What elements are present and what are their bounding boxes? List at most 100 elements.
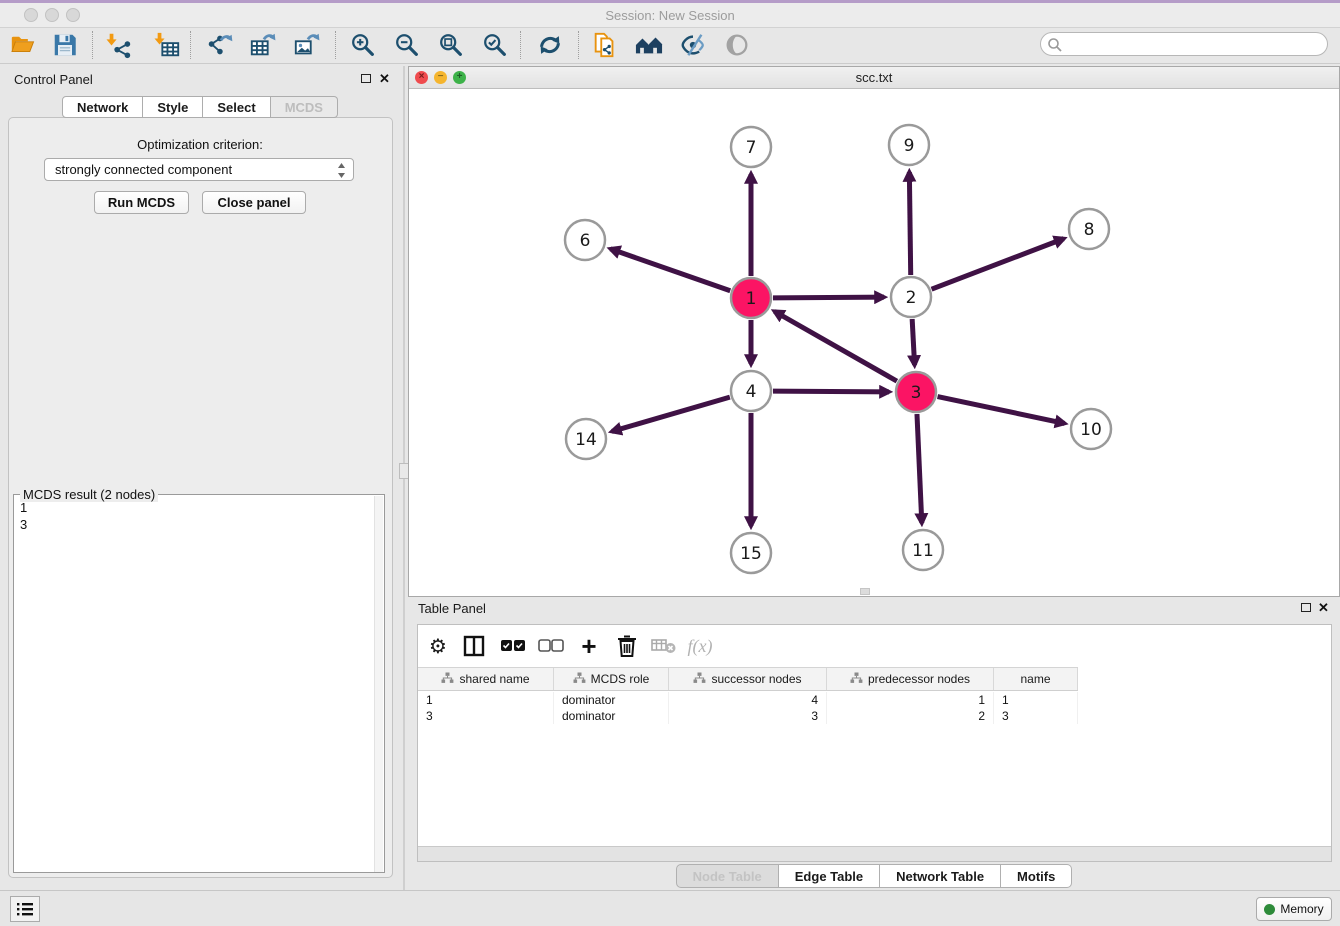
table-row[interactable]: 1dominator411 xyxy=(418,692,1078,708)
new-network-from-selection-icon[interactable] xyxy=(589,29,621,61)
tab-node-table[interactable]: Node Table xyxy=(676,864,779,888)
network-close-icon[interactable]: × xyxy=(415,71,428,84)
zoom-out-icon[interactable] xyxy=(391,29,423,61)
table-hscrollbar[interactable] xyxy=(418,846,1331,861)
run-mcds-button[interactable]: Run MCDS xyxy=(94,191,189,214)
edge-4-3[interactable] xyxy=(773,391,889,392)
toolbar-separator xyxy=(190,31,191,59)
table-cell[interactable]: dominator xyxy=(554,692,669,708)
edge-2-9[interactable] xyxy=(909,172,910,275)
float-panel-icon[interactable] xyxy=(361,74,371,83)
tab-style[interactable]: Style xyxy=(143,96,203,118)
edge-4-14[interactable] xyxy=(612,397,730,431)
float-table-panel-icon[interactable] xyxy=(1301,603,1311,612)
edge-2-3[interactable] xyxy=(912,319,914,365)
import-network-icon[interactable] xyxy=(103,29,135,61)
close-panel-button[interactable]: Close panel xyxy=(202,191,306,214)
column-header-MCDS-role[interactable]: MCDS role xyxy=(554,668,669,690)
tab-motifs[interactable]: Motifs xyxy=(1001,864,1072,888)
table-cell[interactable]: 3 xyxy=(669,708,827,724)
minimize-window-button[interactable] xyxy=(45,8,59,22)
add-column-icon[interactable]: + xyxy=(573,630,605,662)
deselect-all-rows-icon[interactable] xyxy=(535,630,567,662)
export-network-icon[interactable] xyxy=(203,29,235,61)
sort-hierarchy-icon xyxy=(693,672,706,687)
table-cell[interactable]: 3 xyxy=(418,708,554,724)
tab-mcds[interactable]: MCDS xyxy=(271,96,338,118)
criterion-select[interactable]: strongly connected component xyxy=(44,158,354,181)
mcds-result-line: 3 xyxy=(20,516,27,533)
select-all-rows-icon[interactable] xyxy=(497,630,529,662)
save-session-icon[interactable] xyxy=(49,29,81,61)
table-cell[interactable]: 1 xyxy=(418,692,554,708)
show-hide-panel-icon[interactable] xyxy=(721,29,753,61)
table-cell[interactable]: 1 xyxy=(994,692,1078,708)
network-view-window: × − + scc.txt 7968124314101511 xyxy=(408,66,1340,597)
toolbar-separator xyxy=(578,31,579,59)
column-header-successor-nodes[interactable]: successor nodes xyxy=(669,668,827,690)
column-header-name[interactable]: name xyxy=(994,668,1078,690)
horizontal-splitter-handle[interactable] xyxy=(860,588,870,595)
tab-edge-table[interactable]: Edge Table xyxy=(779,864,880,888)
sort-hierarchy-icon xyxy=(850,672,863,687)
close-table-panel-icon[interactable]: ✕ xyxy=(1318,600,1329,616)
table-cell[interactable]: 3 xyxy=(994,708,1078,724)
zoom-selected-icon[interactable] xyxy=(479,29,511,61)
result-scrollbar[interactable] xyxy=(374,496,383,872)
export-image-icon[interactable] xyxy=(291,29,323,61)
edge-3-10[interactable] xyxy=(938,397,1065,424)
edge-2-8[interactable] xyxy=(932,239,1064,290)
close-panel-icon[interactable]: ✕ xyxy=(379,71,390,87)
network-minimize-icon[interactable]: − xyxy=(434,71,447,84)
tab-network[interactable]: Network xyxy=(62,96,143,118)
apply-layout-icon[interactable] xyxy=(534,29,566,61)
table-cell[interactable]: 4 xyxy=(669,692,827,708)
toolbar-separator xyxy=(92,31,93,59)
network-maximize-icon[interactable]: + xyxy=(453,71,466,84)
zoom-in-icon[interactable] xyxy=(347,29,379,61)
toolbar-separator xyxy=(335,31,336,59)
mcds-result-text[interactable]: 13 xyxy=(20,499,27,533)
sort-hierarchy-icon xyxy=(573,672,586,687)
show-hide-style-icon[interactable] xyxy=(677,29,709,61)
edge-3-11[interactable] xyxy=(917,414,922,523)
tab-network-table[interactable]: Network Table xyxy=(880,864,1001,888)
open-file-icon[interactable] xyxy=(7,29,39,61)
task-history-button[interactable] xyxy=(10,896,40,922)
table-panel-header: Table Panel ✕ xyxy=(408,597,1340,623)
delete-table-icon[interactable] xyxy=(648,630,680,662)
sort-hierarchy-icon xyxy=(441,672,454,687)
search-box xyxy=(1040,32,1328,56)
delete-column-icon[interactable] xyxy=(611,630,643,662)
network-window-titlebar[interactable]: × − + scc.txt xyxy=(409,67,1339,89)
node-label-1: 1 xyxy=(746,289,757,309)
table-cell[interactable]: 2 xyxy=(827,708,994,724)
show-columns-icon[interactable] xyxy=(458,630,490,662)
memory-button[interactable]: Memory xyxy=(1256,897,1332,921)
table-cell[interactable]: 1 xyxy=(827,692,994,708)
column-header-shared-name[interactable]: shared name xyxy=(418,668,554,690)
edge-1-2[interactable] xyxy=(773,297,884,298)
search-input[interactable] xyxy=(1067,34,1317,54)
table-options-icon[interactable]: ⚙ xyxy=(422,630,454,662)
mcds-result-line: 1 xyxy=(20,499,27,516)
edge-3-1[interactable] xyxy=(774,311,896,381)
control-panel-tabs: NetworkStyleSelectMCDS xyxy=(0,96,400,118)
export-table-icon[interactable] xyxy=(247,29,279,61)
stepper-icon xyxy=(336,161,347,186)
import-table-icon[interactable] xyxy=(151,29,183,61)
column-header-label: shared name xyxy=(459,672,529,686)
table-cell[interactable]: dominator xyxy=(554,708,669,724)
close-window-button[interactable] xyxy=(24,8,38,22)
function-builder-icon[interactable]: f(x) xyxy=(684,630,716,662)
control-panel-header: Control Panel ✕ xyxy=(0,66,400,92)
maximize-window-button[interactable] xyxy=(66,8,80,22)
tab-select[interactable]: Select xyxy=(203,96,270,118)
node-label-6: 6 xyxy=(580,231,591,251)
edge-1-6[interactable] xyxy=(610,249,730,291)
zoom-fit-icon[interactable] xyxy=(435,29,467,61)
table-row[interactable]: 3dominator323 xyxy=(418,708,1078,724)
first-neighbors-icon[interactable] xyxy=(633,29,665,61)
column-header-predecessor-nodes[interactable]: predecessor nodes xyxy=(827,668,994,690)
network-graph-canvas[interactable]: 7968124314101511 xyxy=(409,89,1339,597)
